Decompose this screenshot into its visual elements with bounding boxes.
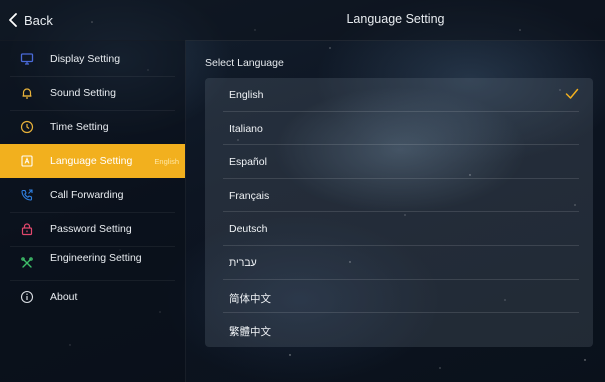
language-option-label: Français [229,189,270,202]
sidebar-item-label: Sound Setting [50,87,116,99]
clock-icon [20,120,34,134]
sidebar-item-label: About [50,291,78,303]
language-option-hebrew[interactable]: עברית [205,246,593,280]
language-list: English Italiano Español Français Deutsc… [205,78,593,347]
sidebar-item-display-setting[interactable]: Display Setting [0,42,185,76]
select-language-label: Select Language [205,57,284,69]
page-title: Language Setting [346,12,445,26]
language-option-traditional-chinese[interactable]: 繁體中文 [205,313,593,347]
language-option-label: Español [229,156,267,169]
sidebar-item-about[interactable]: About [0,280,185,314]
language-option-label: 简体中文 [229,292,271,305]
sidebar: Display Setting Sound Setting Time Setti… [0,40,186,382]
sidebar-item-label: Time Setting [50,121,109,133]
sidebar-item-label: Engineering Setting [50,252,142,264]
screen: Back Language Setting Display Setting So… [0,0,605,382]
sidebar-item-password-setting[interactable]: Password Setting [0,212,185,246]
language-option-simplified-chinese[interactable]: 简体中文 [205,280,593,314]
chevron-left-icon [9,13,17,27]
language-option-italiano[interactable]: Italiano [205,112,593,146]
bell-icon [20,86,34,100]
lock-icon [20,222,34,236]
sidebar-item-label: Display Setting [50,53,121,65]
language-option-english[interactable]: English [205,78,593,112]
language-option-label: עברית [229,257,257,269]
sidebar-item-label: Password Setting [50,223,132,235]
language-option-label: Deutsch [229,223,268,236]
sidebar-item-language-setting[interactable]: Language Setting English [0,144,185,178]
language-option-espanol[interactable]: Español [205,145,593,179]
language-option-label: Italiano [229,122,263,135]
checkmark-icon [565,88,579,99]
sidebar-item-label: Call Forwarding [50,189,124,201]
top-bar: Back Language Setting [0,0,605,41]
phone-forward-icon [20,188,34,202]
sidebar-item-call-forwarding[interactable]: Call Forwarding [0,178,185,212]
monitor-icon [20,52,34,66]
sidebar-item-label: Language Setting [50,155,133,167]
language-icon [20,154,34,168]
language-option-label: 繁體中文 [229,326,271,339]
language-option-deutsch[interactable]: Deutsch [205,212,593,246]
info-icon [20,290,34,304]
back-label: Back [24,12,53,28]
current-language-value: English [154,156,179,166]
tools-icon [20,256,34,270]
language-option-francais[interactable]: Français [205,179,593,213]
back-button[interactable]: Back [8,10,53,30]
sidebar-item-engineering-setting[interactable]: Engineering Setting [0,246,185,280]
language-option-label: English [229,89,264,101]
sidebar-item-time-setting[interactable]: Time Setting [0,110,185,144]
sidebar-item-sound-setting[interactable]: Sound Setting [0,76,185,110]
